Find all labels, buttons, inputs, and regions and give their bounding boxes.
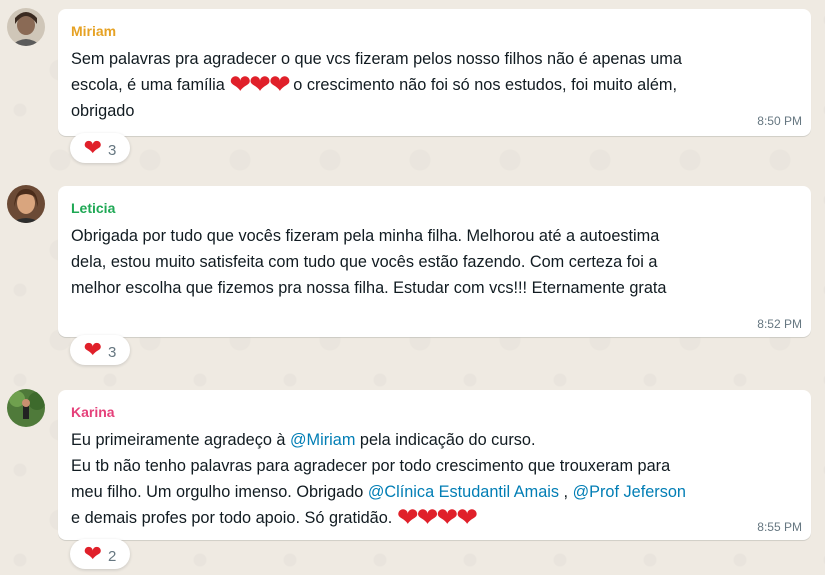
reaction-badge[interactable]: ❤ 3 (70, 335, 130, 365)
heart-emoji: ❤❤❤ (229, 69, 290, 99)
author-name[interactable]: Leticia (71, 200, 797, 216)
message-text: Obrigada por tudo que vocês fizeram pela… (71, 227, 667, 297)
mention-link[interactable]: @Prof Jeferson (573, 483, 686, 501)
message-bubble[interactable]: Miriam Sem palavras pra agradecer o que … (58, 9, 811, 136)
heart-icon: ❤ (83, 541, 103, 566)
author-name[interactable]: Karina (71, 404, 797, 420)
message-bubble[interactable]: Karina Eu primeiramente agradeço à @Miri… (58, 390, 811, 540)
avatar-miriam[interactable] (7, 8, 45, 46)
author-name[interactable]: Miriam (71, 23, 797, 39)
mention-link[interactable]: @Clínica Estudantil Amais (368, 483, 559, 501)
avatar-leticia[interactable] (7, 185, 45, 223)
reaction-count: 3 (108, 343, 117, 361)
reaction-badge[interactable]: ❤ 3 (70, 133, 130, 163)
timestamp: 8:52 PM (757, 317, 802, 331)
heart-icon: ❤ (83, 135, 103, 160)
message-text: Sem palavras pra agradecer o que vcs fiz… (71, 50, 682, 120)
message-bubble[interactable]: Leticia Obrigada por tudo que vocês fize… (58, 186, 811, 337)
avatar-karina[interactable] (7, 389, 45, 427)
reaction-badge[interactable]: ❤ 2 (70, 539, 130, 569)
heart-emoji: ❤❤❤❤ (396, 502, 478, 532)
mention-link[interactable]: @Miriam (290, 431, 355, 449)
reaction-count: 3 (108, 141, 117, 159)
message-text: Eu primeiramente agradeço à @Miriam pela… (71, 431, 686, 532)
timestamp: 8:50 PM (757, 114, 802, 128)
timestamp: 8:55 PM (757, 520, 802, 534)
heart-icon: ❤ (83, 337, 103, 362)
reaction-count: 2 (108, 547, 117, 565)
